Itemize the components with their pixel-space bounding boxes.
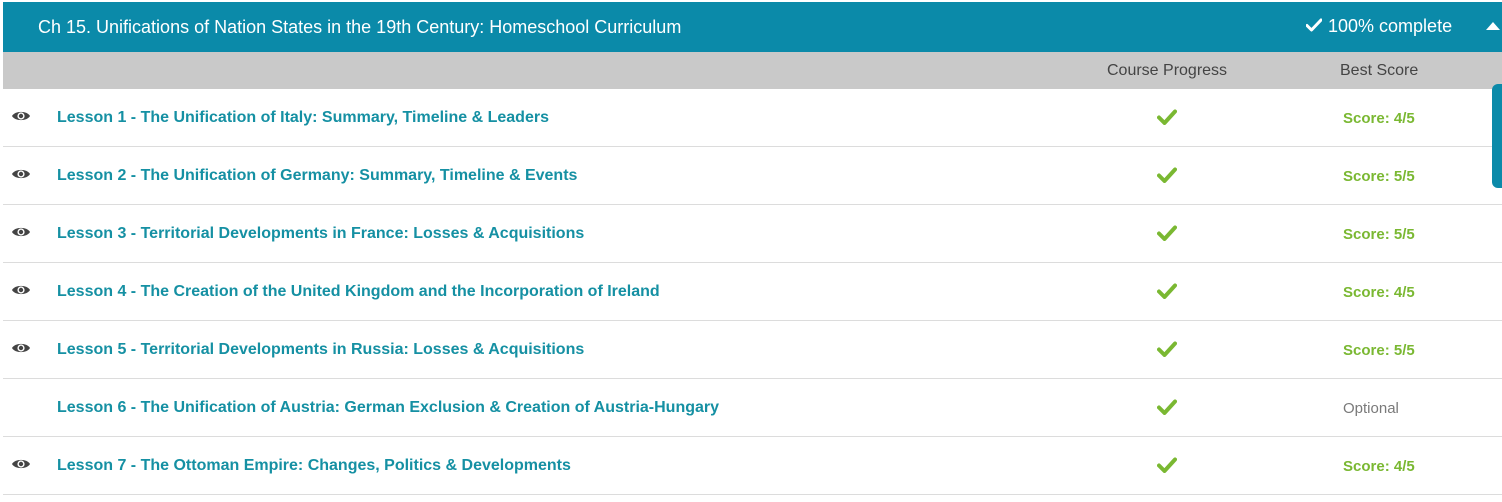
chapter-title: Ch 15. Unifications of Nation States in … [38, 17, 682, 37]
eye-icon [11, 225, 31, 239]
eye-icon [11, 167, 31, 181]
lesson-row: Lesson 4 - The Creation of the United Ki… [3, 263, 1502, 321]
eye-icon [11, 457, 31, 471]
lesson-link[interactable]: Lesson 3 - Territorial Developments in F… [57, 225, 584, 243]
checkmark-icon [1157, 109, 1177, 125]
column-header-row: Course Progress Best Score [3, 52, 1502, 89]
lesson-link[interactable]: Lesson 6 - The Unification of Austria: G… [57, 399, 719, 417]
best-score: Score: 4/5 [1343, 284, 1415, 301]
lesson-row: Lesson 5 - Territorial Developments in R… [3, 321, 1502, 379]
best-score: Score: 5/5 [1343, 226, 1415, 243]
eye-icon [11, 109, 31, 123]
best-score: Score: 5/5 [1343, 342, 1415, 359]
caret-up-icon[interactable] [1486, 22, 1500, 30]
lesson-link[interactable]: Lesson 2 - The Unification of Germany: S… [57, 167, 577, 185]
lesson-row: Lesson 3 - Territorial Developments in F… [3, 205, 1502, 263]
eye-icon [11, 341, 31, 355]
lesson-row: Lesson 7 - The Ottoman Empire: Changes, … [3, 437, 1502, 495]
checkmark-icon [1157, 225, 1177, 241]
checkmark-icon [1157, 167, 1177, 183]
checkmark-icon [1157, 457, 1177, 473]
scrollbar[interactable] [1492, 84, 1502, 188]
lesson-link[interactable]: Lesson 1 - The Unification of Italy: Sum… [57, 109, 549, 127]
best-score: Score: 4/5 [1343, 458, 1415, 475]
checkmark-icon [1157, 399, 1177, 415]
eye-icon [11, 283, 31, 297]
chapter-header[interactable]: Ch 15. Unifications of Nation States in … [3, 2, 1502, 52]
lesson-list: Lesson 1 - The Unification of Italy: Sum… [3, 89, 1502, 495]
column-course-progress: Course Progress [1107, 62, 1228, 79]
best-score: Optional [1343, 400, 1399, 417]
checkmark-icon [1305, 16, 1323, 37]
column-best-score: Best Score [1340, 62, 1419, 79]
best-score: Score: 5/5 [1343, 168, 1415, 185]
checkmark-icon [1157, 341, 1177, 357]
lesson-link[interactable]: Lesson 5 - Territorial Developments in R… [57, 341, 584, 359]
chapter-panel: Ch 15. Unifications of Nation States in … [3, 2, 1502, 496]
lesson-row: Lesson 1 - The Unification of Italy: Sum… [3, 89, 1502, 147]
chapter-progress-label: 100% complete [1328, 16, 1453, 36]
lesson-row: Lesson 6 - The Unification of Austria: G… [3, 379, 1502, 437]
checkmark-icon [1157, 283, 1177, 299]
lesson-link[interactable]: Lesson 4 - The Creation of the United Ki… [57, 283, 660, 301]
lesson-link[interactable]: Lesson 7 - The Ottoman Empire: Changes, … [57, 457, 571, 475]
best-score: Score: 4/5 [1343, 110, 1415, 127]
lesson-row: Lesson 2 - The Unification of Germany: S… [3, 147, 1502, 205]
chapter-progress: 100% complete [1305, 16, 1453, 37]
